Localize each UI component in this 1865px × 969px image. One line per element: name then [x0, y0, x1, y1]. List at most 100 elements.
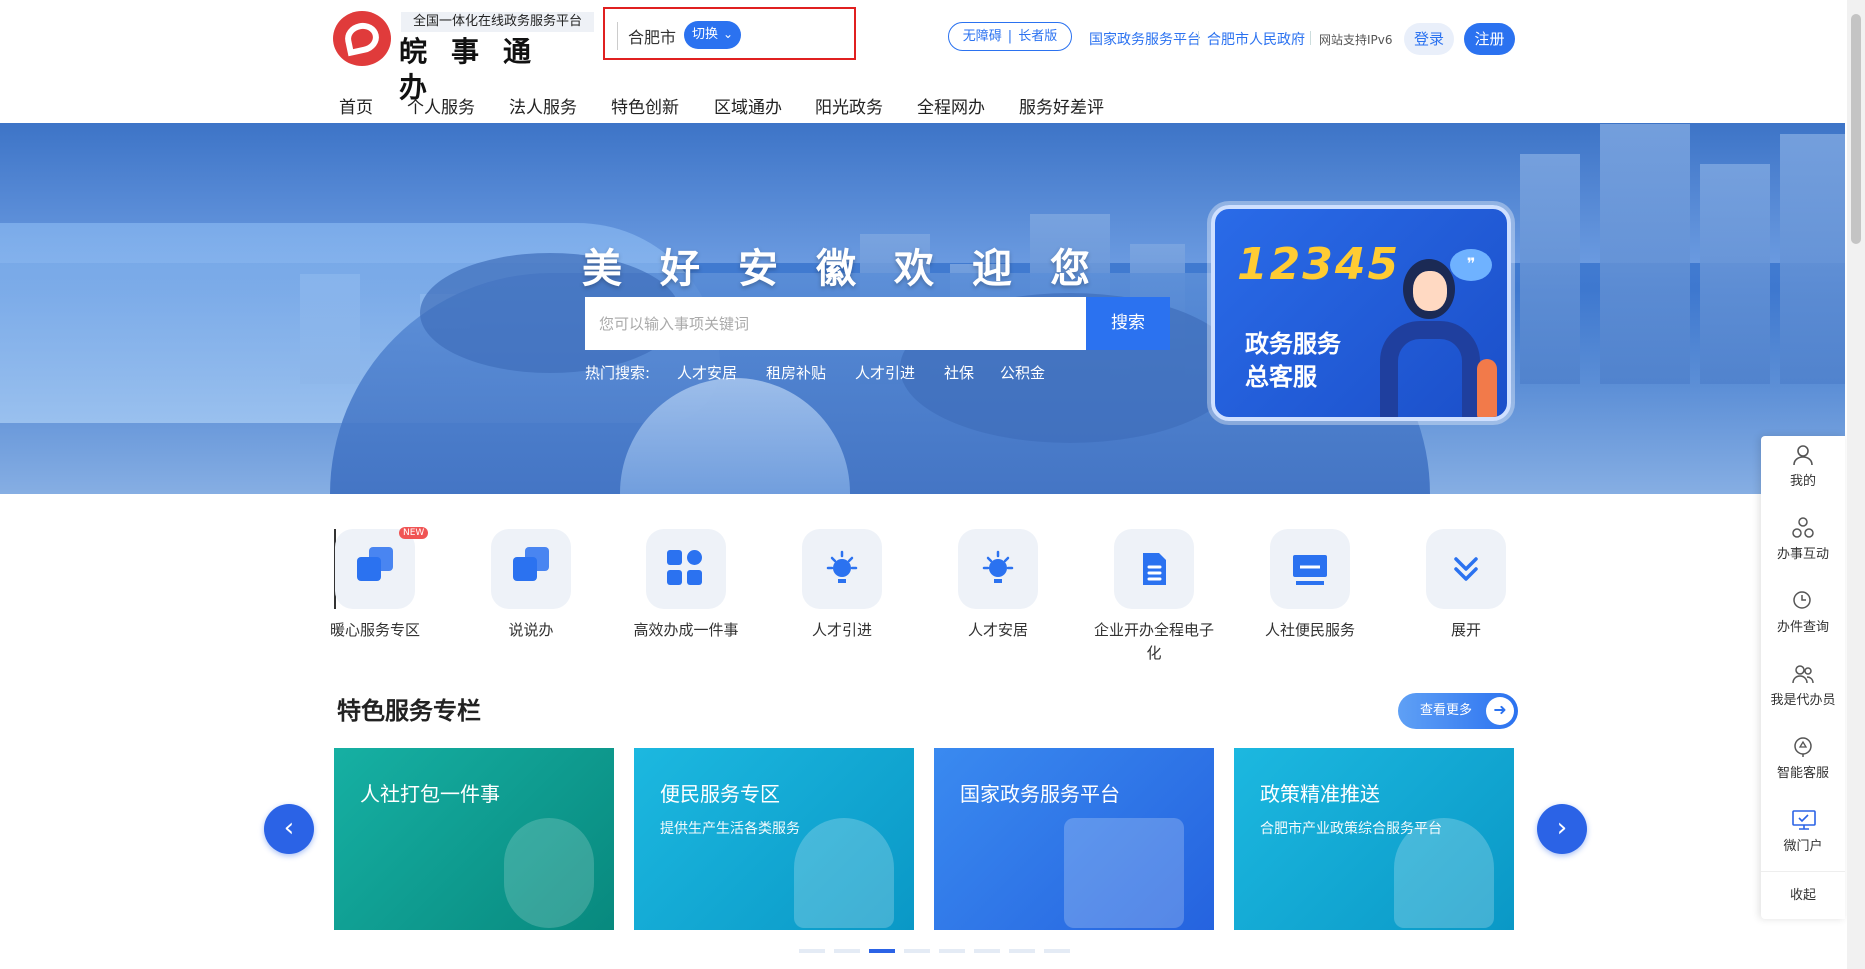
- monitor-icon: [1792, 809, 1816, 831]
- site-logo[interactable]: [333, 11, 391, 66]
- carousel-dot[interactable]: [974, 949, 1000, 953]
- document-icon: [1134, 549, 1174, 589]
- sidebar-item-interaction[interactable]: 办事互动: [1761, 509, 1845, 582]
- hotline-line2: 总客服: [1245, 363, 1317, 391]
- hot-search-label: 热门搜索:: [585, 364, 651, 382]
- search-button[interactable]: 搜索: [1086, 297, 1170, 350]
- elder-mode-link[interactable]: 长者版: [1012, 29, 1063, 44]
- carousel-dot[interactable]: [834, 949, 860, 953]
- city-divider: [617, 22, 618, 50]
- hot-search-item[interactable]: 社保: [944, 362, 974, 383]
- featured-card-national-platform[interactable]: 国家政务服务平台: [934, 748, 1214, 930]
- chat-bubble-icon: ❞: [1450, 249, 1492, 281]
- sidebar-item-case-query[interactable]: 办件查询: [1761, 582, 1845, 655]
- quick-service-label: 人社便民服务: [1264, 621, 1355, 639]
- quick-service-label: 高效办成一件事: [633, 621, 739, 639]
- new-badge: NEW: [399, 527, 429, 539]
- featured-card-title: 国家政务服务平台: [960, 782, 1120, 806]
- bulb-icon: [822, 549, 862, 589]
- quick-service-one-thing[interactable]: 高效办成一件事: [626, 529, 746, 642]
- chevron-down-icon: ⌄: [722, 27, 733, 41]
- featured-card-subtitle: 合肥市产业政策综合服务平台: [1260, 821, 1442, 837]
- nav-fully-online[interactable]: 全程网办: [917, 93, 985, 118]
- accessibility-pill: 无障碍 | 长者版: [948, 22, 1072, 51]
- current-city: 合肥市: [628, 28, 677, 47]
- sidebar-collapse-button[interactable]: 收起: [1761, 871, 1845, 919]
- scrollbar-thumb[interactable]: [1851, 14, 1861, 244]
- featured-card-hr-package[interactable]: 人社打包一件事: [334, 748, 614, 930]
- hotline-line1: 政务服务: [1245, 330, 1341, 358]
- featured-card-policy-push[interactable]: 政策精准推送 合肥市产业政策综合服务平台: [1234, 748, 1514, 930]
- featured-section-title: 特色服务专栏: [337, 697, 481, 725]
- quick-service-warm-heart[interactable]: NEW 暖心服务专区: [315, 527, 435, 642]
- hot-search-item[interactable]: 公积金: [1000, 362, 1045, 383]
- sidebar-item-label: 我的: [1789, 474, 1816, 489]
- sidebar-item-mine[interactable]: 我的: [1761, 436, 1845, 509]
- featured-card-convenience[interactable]: 便民服务专区 提供生产生活各类服务: [634, 748, 914, 930]
- national-gov-link[interactable]: 国家政务服务平台: [1089, 29, 1201, 49]
- nav-service-evaluation[interactable]: 服务好差评: [1019, 93, 1104, 118]
- carousel-dot[interactable]: [1044, 949, 1070, 953]
- quick-service-label: 企业开办全程电子化: [1094, 621, 1215, 662]
- hot-search-item[interactable]: 人才安居: [677, 362, 737, 383]
- carousel-dot[interactable]: [939, 949, 965, 953]
- nav-personal-services[interactable]: 个人服务: [407, 93, 475, 118]
- hotline-12345-card[interactable]: 12345 政务服务 总客服 ❞: [1211, 205, 1511, 421]
- quick-service-social-security[interactable]: 人社便民服务: [1250, 529, 1370, 642]
- carousel-dot[interactable]: [1009, 949, 1035, 953]
- nav-home[interactable]: 首页: [339, 93, 373, 118]
- shield-icon: [504, 818, 594, 928]
- hot-search-item[interactable]: 人才引进: [855, 362, 915, 383]
- carousel-next-button[interactable]: ›: [1537, 804, 1587, 854]
- city-switch-label: 切换: [692, 27, 719, 42]
- quick-service-talent-intro[interactable]: 人才引进: [782, 529, 902, 642]
- quick-service-label: 人才引进: [811, 621, 872, 639]
- divider: [1198, 31, 1199, 45]
- featured-card-title: 政策精准推送: [1260, 782, 1380, 806]
- plant-decoration: [1477, 359, 1497, 417]
- nav-legal-person-services[interactable]: 法人服务: [509, 93, 577, 118]
- page-scrollbar[interactable]: [1847, 0, 1865, 969]
- welcome-heading: 美好安徽欢迎您: [582, 246, 1128, 292]
- quick-service-expand[interactable]: 展开: [1406, 529, 1526, 642]
- view-more-button[interactable]: 查看更多 ➜: [1398, 693, 1518, 729]
- chevron-double-down-icon: [1446, 549, 1486, 589]
- quick-service-label: 人才安居: [967, 621, 1028, 639]
- hefei-gov-link[interactable]: 合肥市人民政府: [1207, 29, 1305, 49]
- login-button[interactable]: 登录: [1404, 23, 1454, 55]
- nav-regional-services[interactable]: 区域通办: [714, 93, 782, 118]
- sidebar-item-label: 办事互动: [1776, 547, 1829, 562]
- carousel-dot[interactable]: [869, 949, 895, 953]
- hot-search-item[interactable]: 租房补贴: [766, 362, 826, 383]
- nav-open-government[interactable]: 阳光政务: [815, 93, 883, 118]
- quick-service-label: 暖心服务专区: [329, 621, 420, 639]
- sidebar-item-smart-service[interactable]: 智能客服: [1761, 728, 1845, 801]
- quick-service-speak[interactable]: 说说办: [471, 529, 591, 642]
- carousel-prev-button[interactable]: ‹: [264, 804, 314, 854]
- quick-service-business-startup[interactable]: 企业开办全程电子化: [1094, 529, 1214, 665]
- quick-service-label: 展开: [1450, 621, 1481, 639]
- sidebar-item-micro-portal[interactable]: 微门户: [1761, 801, 1845, 874]
- register-button[interactable]: 注册: [1464, 23, 1515, 55]
- sidebar-item-agent[interactable]: 我是代办员: [1761, 655, 1845, 728]
- heart-building-illustration: [794, 818, 894, 928]
- right-sidebar: 我的 办事互动 办件查询 我是代办员 智能客服 微门户 收起: [1761, 436, 1845, 919]
- platform-tagline: 全国一体化在线政务服务平台: [401, 12, 594, 32]
- quick-service-talent-housing[interactable]: 人才安居: [938, 529, 1058, 642]
- house-illustration: [1064, 818, 1184, 928]
- hotline-number: 12345: [1237, 239, 1401, 290]
- sidebar-item-label: 我是代办员: [1770, 693, 1836, 708]
- user-icon: [1792, 444, 1814, 466]
- city-switch-button[interactable]: 切换 ⌄: [684, 21, 741, 49]
- search-input[interactable]: [585, 297, 1086, 350]
- ipv6-note: 网站支持IPv6: [1319, 33, 1393, 47]
- carousel-dot[interactable]: [904, 949, 930, 953]
- nav-featured-innovation[interactable]: 特色创新: [611, 93, 679, 118]
- featured-card-title: 便民服务专区: [660, 782, 780, 806]
- sidebar-item-label: 微门户: [1783, 839, 1823, 854]
- robot-service-icon: [1792, 736, 1814, 758]
- sidebar-item-label: 智能客服: [1776, 766, 1829, 781]
- accessibility-link[interactable]: 无障碍: [957, 29, 1008, 44]
- bulb-icon: [978, 549, 1018, 589]
- carousel-dot[interactable]: [799, 949, 825, 953]
